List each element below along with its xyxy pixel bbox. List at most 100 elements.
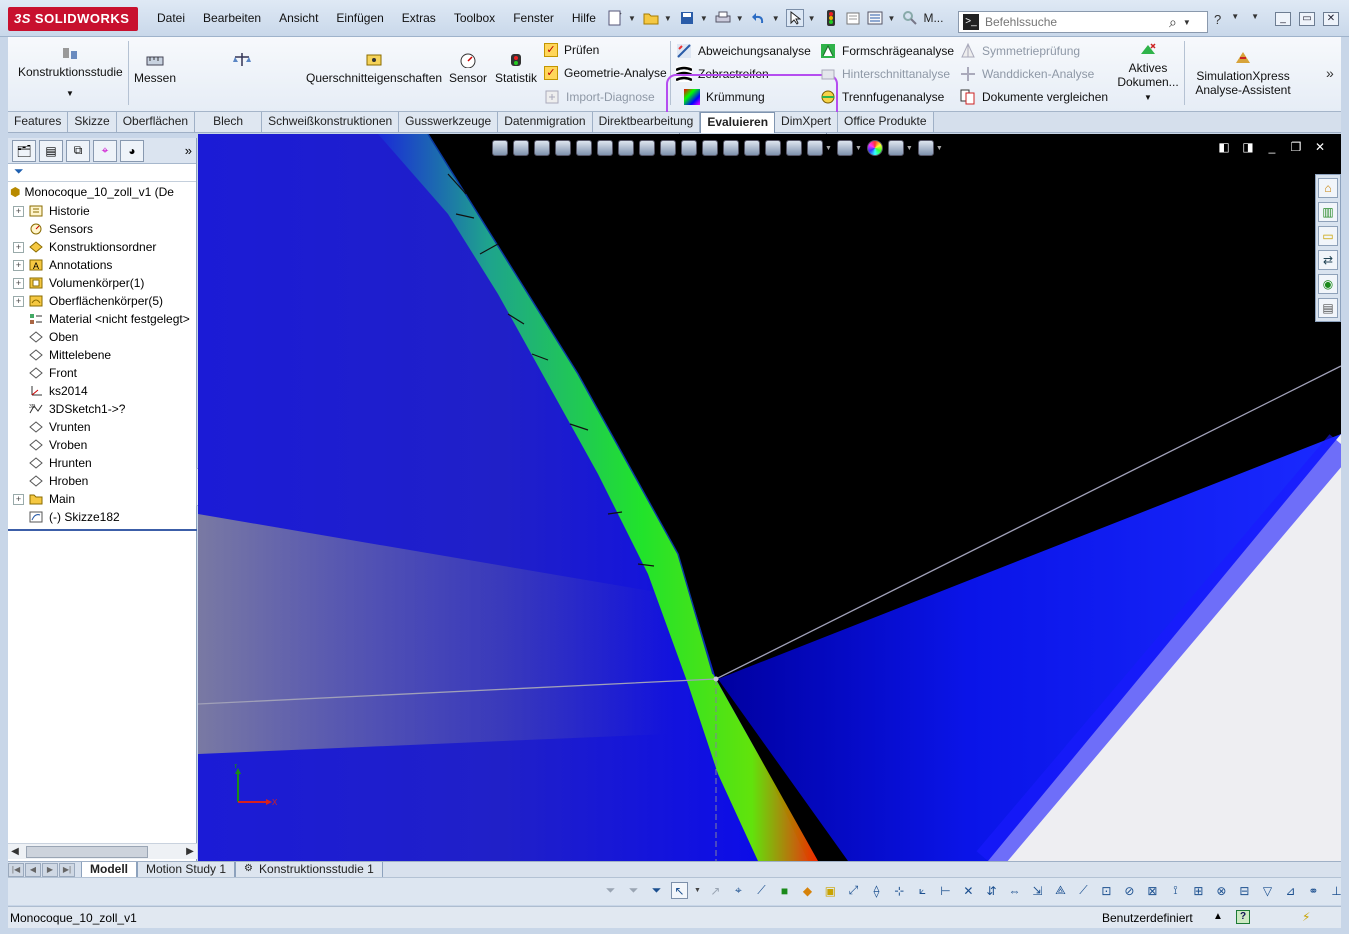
geometrie-analyse-button[interactable]: ✓ Geometrie-Analyse: [544, 66, 667, 80]
view-top-icon[interactable]: [681, 140, 697, 156]
hide-show-dropdown-icon[interactable]: ▼: [855, 145, 862, 152]
menu-datei[interactable]: Datei: [148, 8, 194, 30]
quickaccess-customize-icon[interactable]: ▼: [1251, 12, 1259, 27]
viewport-next-icon[interactable]: ◨: [1241, 140, 1255, 154]
sensor-button[interactable]: Sensor: [446, 51, 490, 85]
tree-root-part[interactable]: ⬢ Monocoque_10_zoll_v1 (De: [8, 182, 196, 202]
filter-surface-finish-icon[interactable]: ⇲: [1029, 882, 1046, 899]
tree-item[interactable]: (-) Skizze182: [8, 508, 196, 526]
tree-item[interactable]: Vrunten: [8, 418, 196, 436]
view-iso-icon[interactable]: [723, 140, 739, 156]
options-icon[interactable]: [866, 9, 884, 27]
open-icon[interactable]: [642, 9, 660, 27]
menu-extras[interactable]: Extras: [393, 8, 445, 30]
menu-bearbeiten[interactable]: Bearbeiten: [194, 8, 270, 30]
filter-vertices-icon[interactable]: ⌖: [730, 882, 747, 899]
filter-dowel-pins-icon[interactable]: ⊗: [1213, 882, 1230, 899]
tab-last-icon[interactable]: ▶|: [59, 862, 75, 877]
filter-lasso-icon[interactable]: ↗: [707, 882, 724, 899]
search-dropdown-icon[interactable]: ▼: [1183, 18, 1191, 27]
panel-more-icon[interactable]: »: [185, 143, 192, 158]
filter-routing-points-icon[interactable]: ▽: [1259, 882, 1276, 899]
display-style-icon[interactable]: [807, 140, 823, 156]
filter-loops-icon[interactable]: ⊥: [1328, 882, 1345, 899]
filter-edges-icon[interactable]: ⟋: [753, 882, 770, 899]
simulationxpress-button[interactable]: SimulationXpress Analyse-Assistent: [1188, 49, 1298, 97]
quickaccess-m-label[interactable]: M...: [923, 11, 943, 25]
menu-fenster[interactable]: Fenster: [504, 8, 563, 30]
expand-toggle-icon[interactable]: +: [13, 241, 24, 253]
symmetriepruefung-button[interactable]: Symmetrieprüfung: [960, 43, 1080, 59]
close-icon[interactable]: ✕: [1323, 12, 1339, 26]
viewport-close-icon[interactable]: ✕: [1313, 140, 1327, 154]
tree-horizontal-scrollbar[interactable]: ◀ ▶: [8, 843, 197, 859]
view-trimetric-icon[interactable]: [744, 140, 760, 156]
expand-toggle-icon[interactable]: +: [13, 277, 24, 289]
masseneigenschaften-button[interactable]: [184, 51, 300, 71]
trennfugenanalyse-button[interactable]: Trennfugenanalyse: [820, 89, 944, 105]
view-left-icon[interactable]: [639, 140, 655, 156]
file-explorer-icon[interactable]: ▭: [1318, 226, 1338, 246]
display-style-dropdown-icon[interactable]: ▼: [825, 145, 832, 152]
units-dropdown-icon[interactable]: ▲: [1213, 911, 1223, 922]
formschraegeanalyse-button[interactable]: Formschrägeanalyse: [820, 43, 954, 59]
select-dropdown-icon[interactable]: ▼: [808, 14, 816, 23]
previous-view-icon[interactable]: [534, 140, 550, 156]
menu-toolbox[interactable]: Toolbox: [445, 8, 504, 30]
display-manager-icon[interactable]: ◕: [120, 139, 144, 162]
konstruktionsstudie-button[interactable]: Konstruktionsstudie ▼: [18, 45, 123, 98]
apply-scene-dropdown-icon[interactable]: ▼: [906, 145, 913, 152]
custom-properties-icon[interactable]: ▤: [1318, 298, 1338, 318]
rebuild-traffic-light-icon[interactable]: [822, 9, 840, 27]
wanddicken-analyse-button[interactable]: Wanddicken-Analyse: [960, 66, 1094, 82]
hinterschnittanalyse-button[interactable]: Hinterschnittanalyse: [820, 66, 950, 82]
tree-item[interactable]: Material <nicht festgelegt>: [8, 310, 196, 328]
hide-show-items-icon[interactable]: [836, 140, 853, 156]
tab-dimxpert[interactable]: DimXpert: [775, 112, 839, 132]
zoom-to-area-icon[interactable]: [513, 140, 529, 156]
new-document-icon[interactable]: [606, 9, 624, 27]
filter-axes-icon[interactable]: ⤢: [845, 882, 862, 899]
minimize-icon[interactable]: _: [1275, 12, 1291, 26]
scroll-thumb[interactable]: [26, 845, 148, 858]
menu-ansicht[interactable]: Ansicht: [270, 8, 327, 30]
filter-sketch-segments-icon[interactable]: ⟀: [914, 882, 931, 899]
tab-schweisskonstruktionen[interactable]: Schweißkonstruktionen: [262, 112, 400, 132]
tab-office-produkte[interactable]: Office Produkte: [838, 112, 934, 132]
select-cursor-icon[interactable]: [785, 9, 804, 27]
view-back-icon[interactable]: [618, 140, 634, 156]
konstruktionsstudie-dropdown-icon[interactable]: ▼: [18, 89, 122, 98]
querschnitteigenschaften-button[interactable]: Querschnitteigenschaften: [306, 51, 442, 85]
filter-clear-icon[interactable]: ⏷: [625, 882, 642, 899]
new-dropdown-icon[interactable]: ▼: [628, 14, 636, 23]
tree-item[interactable]: Oben: [8, 328, 196, 346]
search-icon[interactable]: ⌕: [1169, 14, 1177, 31]
normal-to-icon[interactable]: [786, 140, 802, 156]
messen-button[interactable]: Messen: [134, 51, 176, 85]
solidworks-logo[interactable]: 3S SOLIDWORKS: [8, 7, 138, 31]
help-icon[interactable]: ?: [1214, 12, 1221, 27]
menu-einfuegen[interactable]: Einfügen: [327, 8, 392, 30]
graphics-viewport[interactable]: ▼ ▼ ▼ ▼ ◧ ◨ _ ❐ ✕ ⌂ ▥ ▭ ⇄ ◉ ▤ Y X: [198, 134, 1341, 861]
rollback-bar[interactable]: [8, 529, 197, 531]
view-bottom-icon[interactable]: [702, 140, 718, 156]
save-dropdown-icon[interactable]: ▼: [700, 14, 708, 23]
feature-manager-tree-icon[interactable]: 🗂: [12, 139, 36, 162]
expand-toggle-icon[interactable]: +: [13, 295, 24, 307]
print-icon[interactable]: [714, 9, 732, 27]
search-tools-icon[interactable]: [901, 9, 919, 27]
tree-item[interactable]: + Konstruktionsordner: [8, 238, 196, 256]
tree-item[interactable]: 3D 3DSketch1->?: [8, 400, 196, 418]
apply-scene-icon[interactable]: [887, 140, 904, 156]
tab-features[interactable]: Features: [8, 112, 69, 132]
filter-notes-icon[interactable]: ⟋: [1075, 882, 1092, 899]
bottom-tab-konstruktionsstudie[interactable]: ⚙ Konstruktionsstudie 1: [235, 861, 383, 878]
rebuild-status-icon[interactable]: ⚡: [1302, 910, 1318, 924]
filter-mold-icon[interactable]: ⚭: [1305, 882, 1322, 899]
tree-item[interactable]: Hroben: [8, 472, 196, 490]
tree-item[interactable]: Sensors: [8, 220, 196, 238]
tab-direktbearbeitung[interactable]: Direktbearbeitung: [592, 112, 701, 132]
filter-sketch-points-icon[interactable]: ⊹: [891, 882, 908, 899]
tab-gusswerkzeuge[interactable]: Gusswerkzeuge: [399, 112, 499, 132]
dimxpert-manager-icon[interactable]: ⌖: [93, 139, 117, 162]
